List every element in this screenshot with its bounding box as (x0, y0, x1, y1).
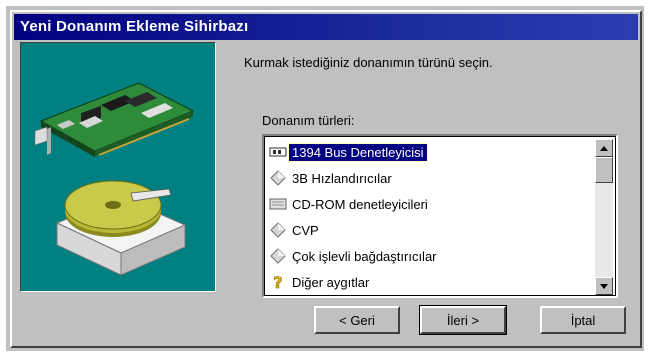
scroll-thumb[interactable] (595, 157, 613, 183)
arrow-down-icon (600, 283, 608, 289)
wizard-illustration (20, 42, 216, 292)
window-title: Yeni Donanım Ekleme Sihirbazı (20, 18, 249, 35)
list-item-cvp[interactable]: CVP (267, 217, 595, 243)
list-item-label: 3B Hızlandırıcılar (292, 170, 392, 186)
instruction-text: Kurmak istediğiniz donanımın türünü seçi… (244, 55, 493, 70)
title-bar: Yeni Donanım Ekleme Sihirbazı (14, 14, 638, 40)
vertical-scrollbar[interactable] (595, 139, 613, 295)
list-item-other-devices[interactable]: ? Diğer aygıtlar (267, 269, 595, 295)
hardware-types-listbox[interactable]: 1394 Bus Denetleyicisi 3B Hızlandırıcıla… (262, 134, 618, 298)
scroll-down-button[interactable] (595, 277, 613, 295)
diamond-icon (267, 167, 289, 189)
hard-disk-icon (55, 180, 187, 276)
list-item-label: CD-ROM denetleyicileri (292, 196, 428, 212)
diamond-icon (267, 245, 289, 267)
1394-bus-icon (267, 141, 289, 163)
list-item-label: Çok işlevli bağdaştırıcılar (292, 248, 437, 264)
list-item-cdrom-controllers[interactable]: CD-ROM denetleyicileri (267, 191, 595, 217)
back-button[interactable]: < Geri (314, 306, 400, 334)
arrow-up-icon (600, 145, 608, 151)
list-item-label: CVP (292, 222, 319, 238)
diamond-icon (267, 219, 289, 241)
list-item-3d-accelerators[interactable]: 3B Hızlandırıcılar (267, 165, 595, 191)
question-icon: ? (267, 271, 289, 293)
hardware-types-label: Donanım türleri: (262, 113, 355, 128)
list-item-label: 1394 Bus Denetleyicisi (288, 142, 428, 162)
cancel-button[interactable]: İptal (540, 306, 626, 334)
hardware-types-list: 1394 Bus Denetleyicisi 3B Hızlandırıcıla… (267, 139, 595, 295)
svg-text:?: ? (273, 273, 282, 291)
hardware-illustration-icon (34, 82, 195, 276)
list-item-1394-bus[interactable]: 1394 Bus Denetleyicisi (267, 139, 595, 165)
list-item-multifunction-adapters[interactable]: Çok işlevli bağdaştırıcılar (267, 243, 595, 269)
scroll-up-button[interactable] (595, 139, 613, 157)
next-button[interactable]: İleri > (419, 305, 507, 335)
expansion-card-icon (34, 82, 195, 157)
list-item-label: Diğer aygıtlar (292, 274, 370, 290)
cdrom-controller-icon (267, 193, 289, 215)
